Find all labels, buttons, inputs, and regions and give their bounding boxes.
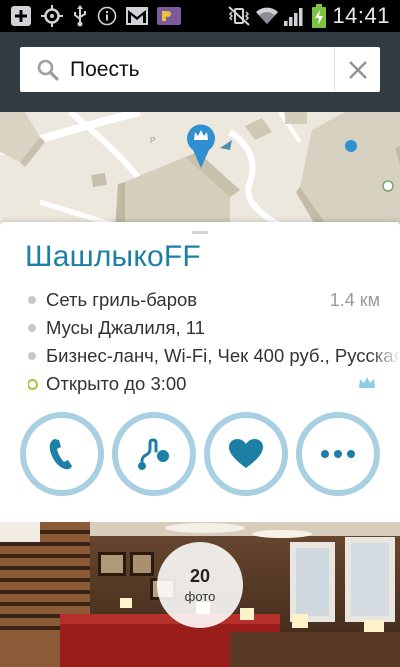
- gmail-icon: [126, 7, 148, 25]
- map-label: P: [150, 136, 155, 145]
- action-bar: [20, 412, 380, 496]
- place-hours: Открыто до 3:00: [46, 373, 187, 394]
- place-distance: 1.4 км: [329, 289, 380, 310]
- route-button[interactable]: [112, 412, 196, 496]
- favorite-button[interactable]: [204, 412, 288, 496]
- battery-charging-icon: [312, 4, 327, 28]
- clear-search-button[interactable]: [334, 47, 380, 92]
- category-row: Сеть гриль-баров 1.4 км: [28, 286, 400, 314]
- drag-handle[interactable]: [192, 231, 208, 234]
- search-icon: [36, 58, 60, 82]
- features-row: Бизнес-ланч, Wi-Fi, Чек 400 руб., Русска…: [28, 342, 400, 370]
- heart-icon: [229, 439, 263, 468]
- place-address: Мусы Джалиля, 11: [46, 317, 205, 338]
- app-screen: 14:41 Поесть P ШашлыкоFF Сеть гриль-баро…: [0, 0, 400, 667]
- place-title: ШашлыкоFF: [25, 240, 201, 273]
- info-icon: [97, 6, 117, 26]
- map-canvas[interactable]: P: [0, 112, 400, 230]
- add-icon: [10, 5, 32, 27]
- clock: 14:41: [332, 3, 390, 28]
- hours-row: Открыто до 3:00: [28, 370, 400, 398]
- bullet-icon: [28, 324, 36, 332]
- close-icon: [348, 60, 367, 79]
- bullet-icon: [28, 352, 36, 360]
- search-input[interactable]: [70, 57, 310, 82]
- place-details: Сеть гриль-баров 1.4 км Мусы Джалиля, 11…: [28, 286, 400, 398]
- more-button[interactable]: [296, 412, 380, 496]
- search-header: [0, 32, 400, 112]
- place-features: Бизнес-ланч, Wi-Fi, Чек 400 руб., Русска…: [46, 345, 400, 366]
- photo-label: фото: [184, 589, 216, 604]
- photo-count-badge[interactable]: 20 фото: [157, 542, 243, 628]
- crown-icon: [358, 373, 376, 395]
- text-fade: [370, 342, 400, 370]
- photo-gallery[interactable]: 20 фото: [0, 522, 400, 667]
- signal-icon: [284, 6, 306, 26]
- vibrate-muted-icon: [228, 6, 251, 26]
- photo-count: 20: [189, 566, 211, 586]
- gps-icon: [41, 5, 63, 27]
- place-card: ШашлыкоFF Сеть гриль-баров 1.4 км Мусы Д…: [0, 222, 400, 522]
- address-row: Мусы Джалиля, 11: [28, 314, 400, 342]
- map-view[interactable]: P: [0, 112, 400, 230]
- app-icon: [157, 7, 181, 25]
- more-icon: [321, 450, 355, 458]
- wifi-icon: [256, 7, 279, 25]
- usb-icon: [72, 5, 88, 27]
- search-box[interactable]: [20, 47, 380, 92]
- bullet-icon: [28, 296, 36, 304]
- status-bar: 14:41: [0, 0, 400, 32]
- phone-button[interactable]: [20, 412, 104, 496]
- route-icon: [138, 438, 169, 470]
- place-category: Сеть гриль-баров: [46, 289, 198, 310]
- phone-icon: [49, 439, 72, 470]
- open-status-icon: [28, 378, 38, 390]
